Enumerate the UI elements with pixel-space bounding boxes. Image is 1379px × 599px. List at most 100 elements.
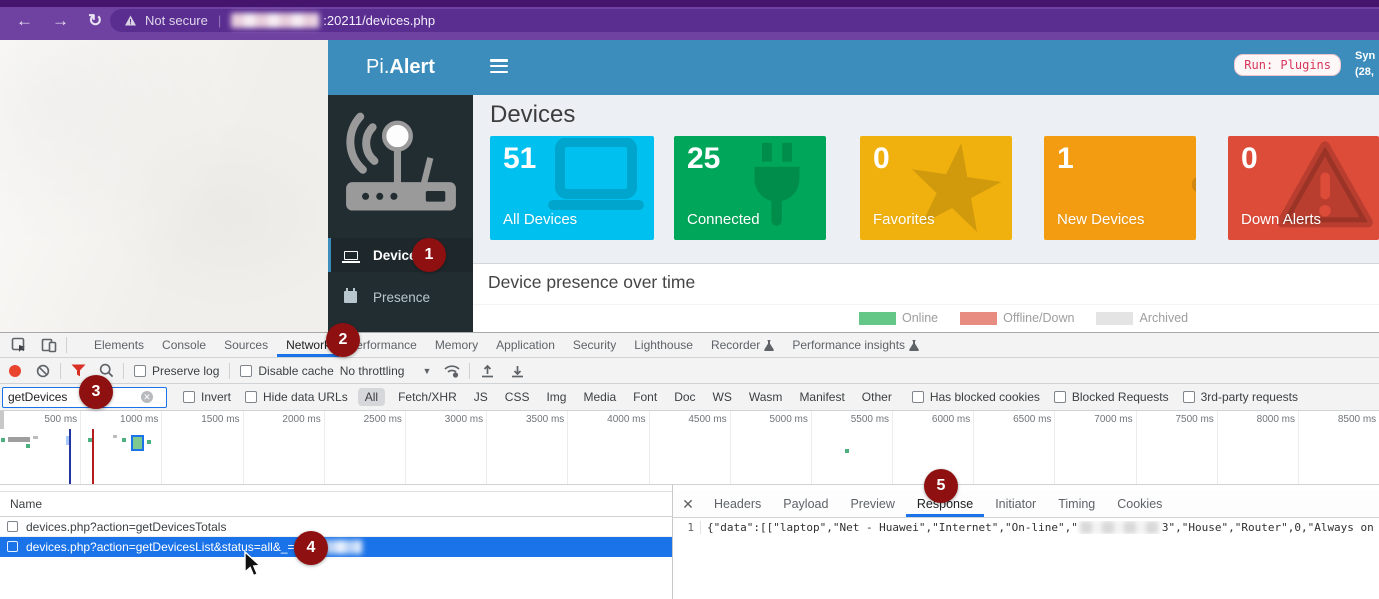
sidebar-menu: Devices Presence — [328, 238, 473, 322]
filter-type-media[interactable]: Media — [579, 388, 620, 406]
detail-tab-timing[interactable]: Timing — [1047, 491, 1106, 517]
checkbox-icon[interactable] — [134, 365, 146, 377]
request-row[interactable]: devices.php?action=getDevicesTotals — [0, 517, 672, 537]
address-bar[interactable]: Not secure | :20211/devices.php — [110, 9, 1379, 32]
checkbox-icon[interactable] — [1054, 391, 1066, 403]
timeline-tick: 4000 ms — [568, 411, 649, 485]
filter-checkbox-3rd-party-requests[interactable]: 3rd-party requests — [1183, 390, 1298, 404]
detail-tabs: ✕ HeadersPayloadPreviewResponseInitiator… — [673, 491, 1379, 518]
hamburger-icon[interactable] — [490, 59, 510, 75]
filter-type-font[interactable]: Font — [629, 388, 661, 406]
filter-type-doc[interactable]: Doc — [670, 388, 699, 406]
checkbox-icon[interactable] — [912, 391, 924, 403]
filter-input[interactable] — [3, 390, 141, 404]
timeline-tick: 8000 ms — [1218, 411, 1299, 485]
tab-application[interactable]: Application — [487, 333, 564, 357]
timeline-tick: 2500 ms — [325, 411, 406, 485]
filter-type-fetch-xhr[interactable]: Fetch/XHR — [394, 388, 461, 406]
card-value: 0 — [1241, 142, 1258, 176]
inspect-icon[interactable] — [8, 335, 30, 355]
detail-tab-headers[interactable]: Headers — [703, 491, 772, 517]
tab-label: Performance insights — [792, 338, 905, 352]
address-separator: | — [218, 13, 221, 28]
requests-name-header[interactable]: Name — [0, 491, 672, 517]
detail-tab-cookies[interactable]: Cookies — [1106, 491, 1173, 517]
filter-type-other[interactable]: Other — [858, 388, 896, 406]
tab-security[interactable]: Security — [564, 333, 625, 357]
checkbox-icon[interactable] — [240, 365, 252, 377]
checkbox-icon[interactable] — [1183, 391, 1195, 403]
browser-chrome: ← → ↻ Not secure | :20211/devices.php — [0, 0, 1379, 40]
filter-type-ws[interactable]: WS — [709, 388, 736, 406]
request-row[interactable]: devices.php?action=getDevicesList&status… — [0, 537, 672, 557]
legend-swatch — [859, 312, 896, 325]
disable-cache-checkbox[interactable]: Disable cache — [240, 364, 333, 378]
annotation-badge-4: 4 — [294, 531, 328, 565]
timeline-tick: 7000 ms — [1055, 411, 1136, 485]
summary-card-favorites[interactable]: 0★Favorites — [860, 136, 1012, 240]
filter-type-css[interactable]: CSS — [501, 388, 534, 406]
filter-type-wasm[interactable]: Wasm — [745, 388, 787, 406]
import-har-icon[interactable] — [476, 361, 498, 381]
detail-tab-payload[interactable]: Payload — [772, 491, 839, 517]
filter-type-js[interactable]: JS — [470, 388, 492, 406]
checkbox-icon[interactable] — [245, 391, 257, 403]
reload-icon[interactable]: ↻ — [88, 12, 102, 29]
device-toolbar-icon[interactable] — [38, 335, 60, 355]
filter-checkbox-label: Has blocked cookies — [930, 390, 1040, 404]
checkbox-icon[interactable] — [7, 521, 18, 532]
invert-checkbox[interactable]: Invert — [183, 390, 231, 404]
presence-panel: Device presence over time OnlineOffline/… — [473, 263, 1379, 332]
network-overview-timeline[interactable]: 500 ms1000 ms1500 ms2000 ms2500 ms3000 m… — [0, 411, 1379, 485]
checkbox-icon[interactable] — [7, 541, 18, 552]
summary-card-down-alerts[interactable]: 0Down Alerts — [1228, 136, 1379, 240]
hide-data-urls-checkbox[interactable]: Hide data URLs — [245, 390, 348, 404]
flask-icon — [764, 339, 774, 351]
filter-checkbox-label: Blocked Requests — [1072, 390, 1169, 404]
preserve-log-checkbox[interactable]: Preserve log — [134, 364, 219, 378]
filter-type-all[interactable]: All — [358, 388, 385, 406]
selected-request-marker — [131, 435, 144, 451]
clear-filter-icon[interactable]: ✕ — [141, 391, 153, 403]
page-title: Devices — [490, 101, 575, 129]
filter-type-img[interactable]: Img — [542, 388, 570, 406]
clear-icon[interactable] — [32, 361, 54, 381]
record-icon[interactable] — [4, 361, 26, 381]
network-toolbar: Preserve log Disable cache No throttling… — [0, 358, 1379, 384]
tab-label: Application — [496, 338, 555, 352]
card-label: All Devices — [503, 211, 577, 228]
tab-sources[interactable]: Sources — [215, 333, 277, 357]
throttling-select[interactable]: No throttling ▼ — [340, 364, 432, 378]
filter-checkbox-blocked-requests[interactable]: Blocked Requests — [1054, 390, 1169, 404]
summary-card-new-devices[interactable]: 1New Devices — [1044, 136, 1196, 240]
detail-tab-preview[interactable]: Preview — [839, 491, 905, 517]
tab-label: Sources — [224, 338, 268, 352]
divider — [123, 363, 124, 379]
tab-recorder[interactable]: Recorder — [702, 333, 783, 357]
checkbox-icon[interactable] — [183, 391, 195, 403]
tab-lighthouse[interactable]: Lighthouse — [625, 333, 702, 357]
network-conditions-icon[interactable] — [441, 361, 463, 381]
export-har-icon[interactable] — [506, 361, 528, 381]
filter-type-manifest[interactable]: Manifest — [795, 388, 848, 406]
tab-elements[interactable]: Elements — [85, 333, 153, 357]
sidebar: Devices Presence — [328, 95, 473, 332]
annotation-badge-5: 5 — [924, 469, 958, 503]
run-plugins-button[interactable]: Run: Plugins — [1234, 54, 1341, 76]
router-logo — [336, 103, 465, 233]
back-icon[interactable]: ← — [16, 12, 33, 29]
sidebar-item-presence[interactable]: Presence — [328, 280, 473, 314]
sidebar-item-devices[interactable]: Devices — [328, 238, 473, 272]
tab-console[interactable]: Console — [153, 333, 215, 357]
tab-performance-insights[interactable]: Performance insights — [783, 333, 928, 357]
tab-memory[interactable]: Memory — [426, 333, 487, 357]
devtools-panel: ElementsConsoleSourcesNetworkPerformance… — [0, 332, 1379, 599]
close-icon[interactable]: ✕ — [673, 496, 703, 513]
card-value: 25 — [687, 142, 720, 176]
forward-icon[interactable]: → — [52, 12, 69, 29]
app-logo[interactable]: Pi.Alert — [328, 40, 473, 95]
summary-card-connected[interactable]: 25Connected — [674, 136, 826, 240]
summary-card-all-devices[interactable]: 51All Devices — [490, 136, 654, 240]
filter-checkbox-has-blocked-cookies[interactable]: Has blocked cookies — [912, 390, 1040, 404]
detail-tab-initiator[interactable]: Initiator — [984, 491, 1047, 517]
